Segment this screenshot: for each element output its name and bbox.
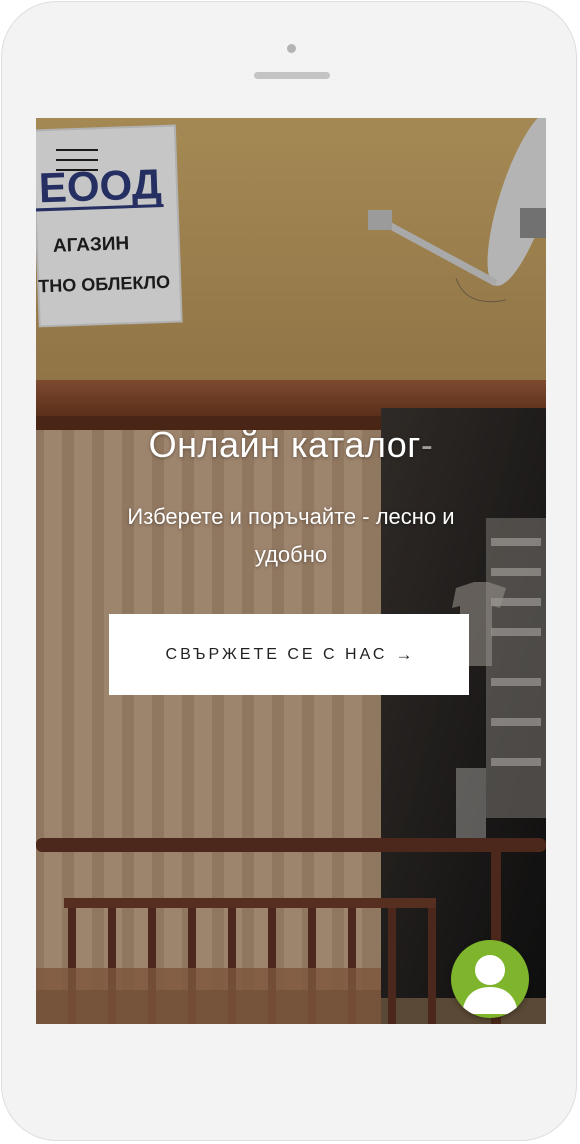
- hero-screen: ЕООД АГАЗИН ТНО ОБЛЕКЛО Онлайн каталог- …: [36, 118, 546, 1024]
- hero-title-text: Онлайн каталог: [148, 424, 421, 465]
- menu-line: [56, 169, 98, 171]
- hamburger-menu-icon[interactable]: [56, 146, 100, 174]
- contact-us-button[interactable]: СВЪРЖЕТЕ СЕ С НАС →: [109, 614, 469, 695]
- contact-us-label: СВЪРЖЕТЕ СЕ С НАС: [165, 645, 388, 663]
- phone-frame: ЕООД АГАЗИН ТНО ОБЛЕКЛО Онлайн каталог- …: [1, 1, 577, 1141]
- menu-line: [56, 159, 98, 161]
- phone-speaker: [254, 72, 330, 79]
- arrow-right-icon: →: [395, 644, 413, 664]
- phone-camera: [287, 44, 296, 53]
- hero-subtitle: Изберете и поръчайте - лесно и удобно: [127, 504, 455, 567]
- user-avatar-icon: [462, 955, 518, 1014]
- typing-caret: -: [420, 424, 434, 465]
- chat-avatar-button[interactable]: [451, 940, 529, 1018]
- menu-line: [56, 149, 98, 151]
- hero-title: Онлайн каталог-: [36, 424, 546, 466]
